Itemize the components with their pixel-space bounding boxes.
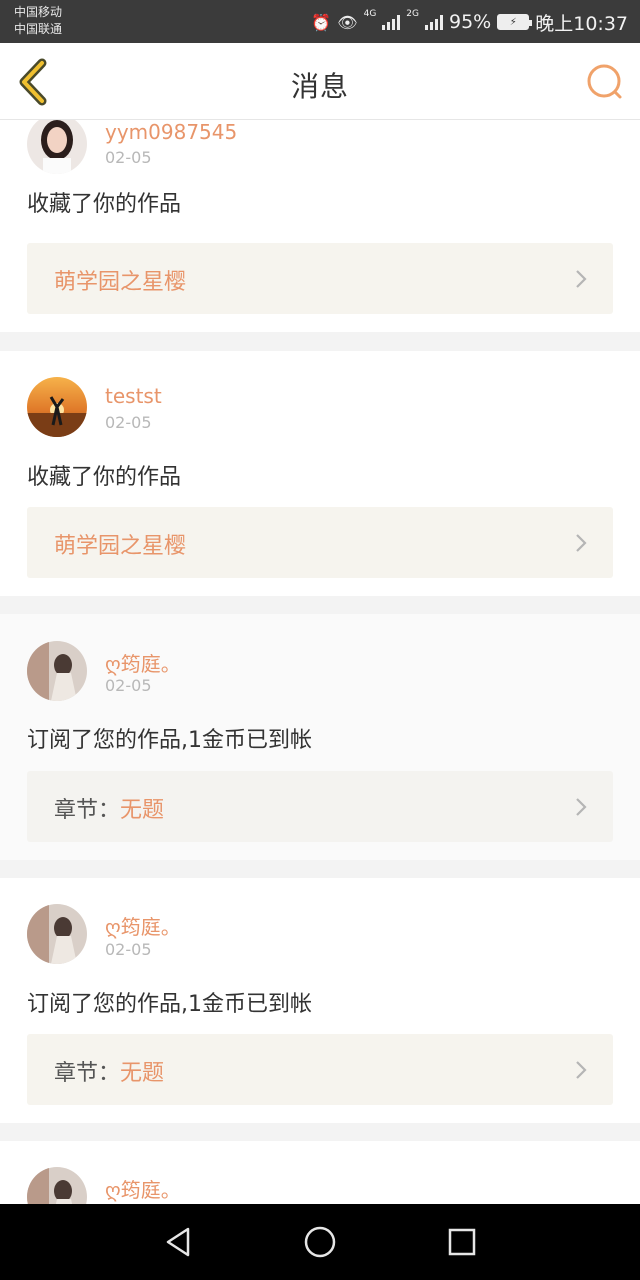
system-nav-bar bbox=[0, 1204, 640, 1280]
message-date: 02-05 bbox=[105, 676, 152, 695]
message-date: 02-05 bbox=[105, 413, 152, 432]
work-link[interactable]: 章节：无题 bbox=[27, 1034, 613, 1105]
sender-name[interactable]: ღ筠庭。 bbox=[105, 1174, 181, 1203]
battery-icon: ⚡ bbox=[497, 14, 533, 30]
work-title-text: 萌学园之星樱 bbox=[54, 534, 187, 559]
status-bar: 中国移动 中国联通 ⏰ 👁 4G 2G 95% ⚡ 晚上10:37 bbox=[0, 0, 640, 43]
work-link[interactable]: 萌学园之星樱 bbox=[27, 507, 613, 578]
page-title: 消息 bbox=[290, 70, 349, 103]
clock: 晚上10:37 bbox=[535, 12, 628, 35]
work-prefix: 章节： bbox=[54, 798, 121, 823]
message-list[interactable]: yym0987545 02-05 收藏了你的作品 萌学园之星樱 testst 0… bbox=[0, 120, 640, 1204]
sender-name[interactable]: ღ筠庭。 bbox=[105, 911, 181, 940]
back-triangle-icon[interactable] bbox=[160, 1224, 196, 1260]
avatar-image bbox=[27, 641, 87, 701]
message-date: 02-05 bbox=[105, 148, 152, 167]
chevron-right-icon bbox=[576, 534, 587, 552]
app-header: 消息 bbox=[0, 43, 640, 120]
work-title: 章节：无题 bbox=[54, 792, 164, 824]
recents-square-icon[interactable] bbox=[444, 1224, 480, 1260]
carrier-labels: 中国移动 中国联通 bbox=[14, 4, 62, 38]
message-text: 收藏了你的作品 bbox=[27, 192, 182, 217]
work-title: 章节：无题 bbox=[54, 1055, 164, 1087]
alarm-icon: ⏰ bbox=[311, 12, 332, 32]
signal-icon bbox=[425, 14, 443, 30]
sender-name[interactable]: yym0987545 bbox=[105, 120, 237, 144]
message-date: 02-05 bbox=[105, 940, 152, 959]
work-title: 萌学园之星樱 bbox=[54, 264, 186, 296]
search-button[interactable] bbox=[586, 63, 624, 101]
work-title-text: 无题 bbox=[120, 798, 165, 823]
message-card: ღ筠庭。 bbox=[0, 1141, 640, 1204]
carrier-1: 中国移动 bbox=[14, 5, 63, 19]
sender-name[interactable]: ღ筠庭。 bbox=[105, 648, 181, 677]
message-card: testst 02-05 收藏了你的作品 萌学园之星樱 bbox=[0, 351, 640, 596]
signal-icon bbox=[382, 14, 401, 30]
sender-name[interactable]: testst bbox=[105, 384, 162, 408]
network-type-2: 2G bbox=[406, 9, 419, 19]
work-title: 萌学园之星樱 bbox=[54, 528, 186, 560]
message-text: 订阅了您的作品,1金币已到帐 bbox=[27, 728, 312, 753]
message-card: ღ筠庭。 02-05 订阅了您的作品,1金币已到帐 章节：无题 bbox=[0, 878, 640, 1123]
work-prefix: 章节： bbox=[54, 1061, 121, 1086]
status-icons: ⏰ 👁 4G 2G 95% ⚡ 晚上10:37 bbox=[311, 8, 628, 36]
message-card: yym0987545 02-05 收藏了你的作品 萌学园之星樱 bbox=[0, 120, 640, 332]
avatar-image bbox=[27, 120, 87, 174]
chevron-right-icon bbox=[576, 1061, 587, 1079]
avatar[interactable] bbox=[27, 377, 87, 437]
battery-percent: 95% bbox=[449, 11, 492, 33]
work-link[interactable]: 章节：无题 bbox=[27, 771, 613, 842]
message-card: ღ筠庭。 02-05 订阅了您的作品,1金币已到帐 章节：无题 bbox=[0, 614, 640, 860]
work-title-text: 无题 bbox=[120, 1061, 165, 1086]
avatar[interactable] bbox=[27, 1167, 87, 1204]
avatar-image bbox=[27, 904, 87, 964]
avatar[interactable] bbox=[27, 904, 87, 964]
carrier-2: 中国联通 bbox=[14, 22, 63, 36]
chevron-right-icon bbox=[576, 270, 587, 288]
network-type-1: 4G bbox=[363, 9, 377, 19]
avatar-image bbox=[27, 377, 87, 437]
message-text: 收藏了你的作品 bbox=[27, 465, 182, 490]
chevron-right-icon bbox=[576, 798, 587, 816]
work-title-text: 萌学园之星樱 bbox=[54, 270, 187, 295]
search-icon bbox=[587, 64, 622, 99]
eye-icon: 👁 bbox=[337, 12, 358, 32]
avatar[interactable] bbox=[27, 120, 87, 174]
work-link[interactable]: 萌学园之星樱 bbox=[27, 243, 613, 314]
message-text: 订阅了您的作品,1金币已到帐 bbox=[27, 992, 312, 1017]
avatar-image bbox=[27, 1167, 87, 1204]
avatar[interactable] bbox=[27, 641, 87, 701]
home-circle-icon[interactable] bbox=[302, 1224, 338, 1260]
